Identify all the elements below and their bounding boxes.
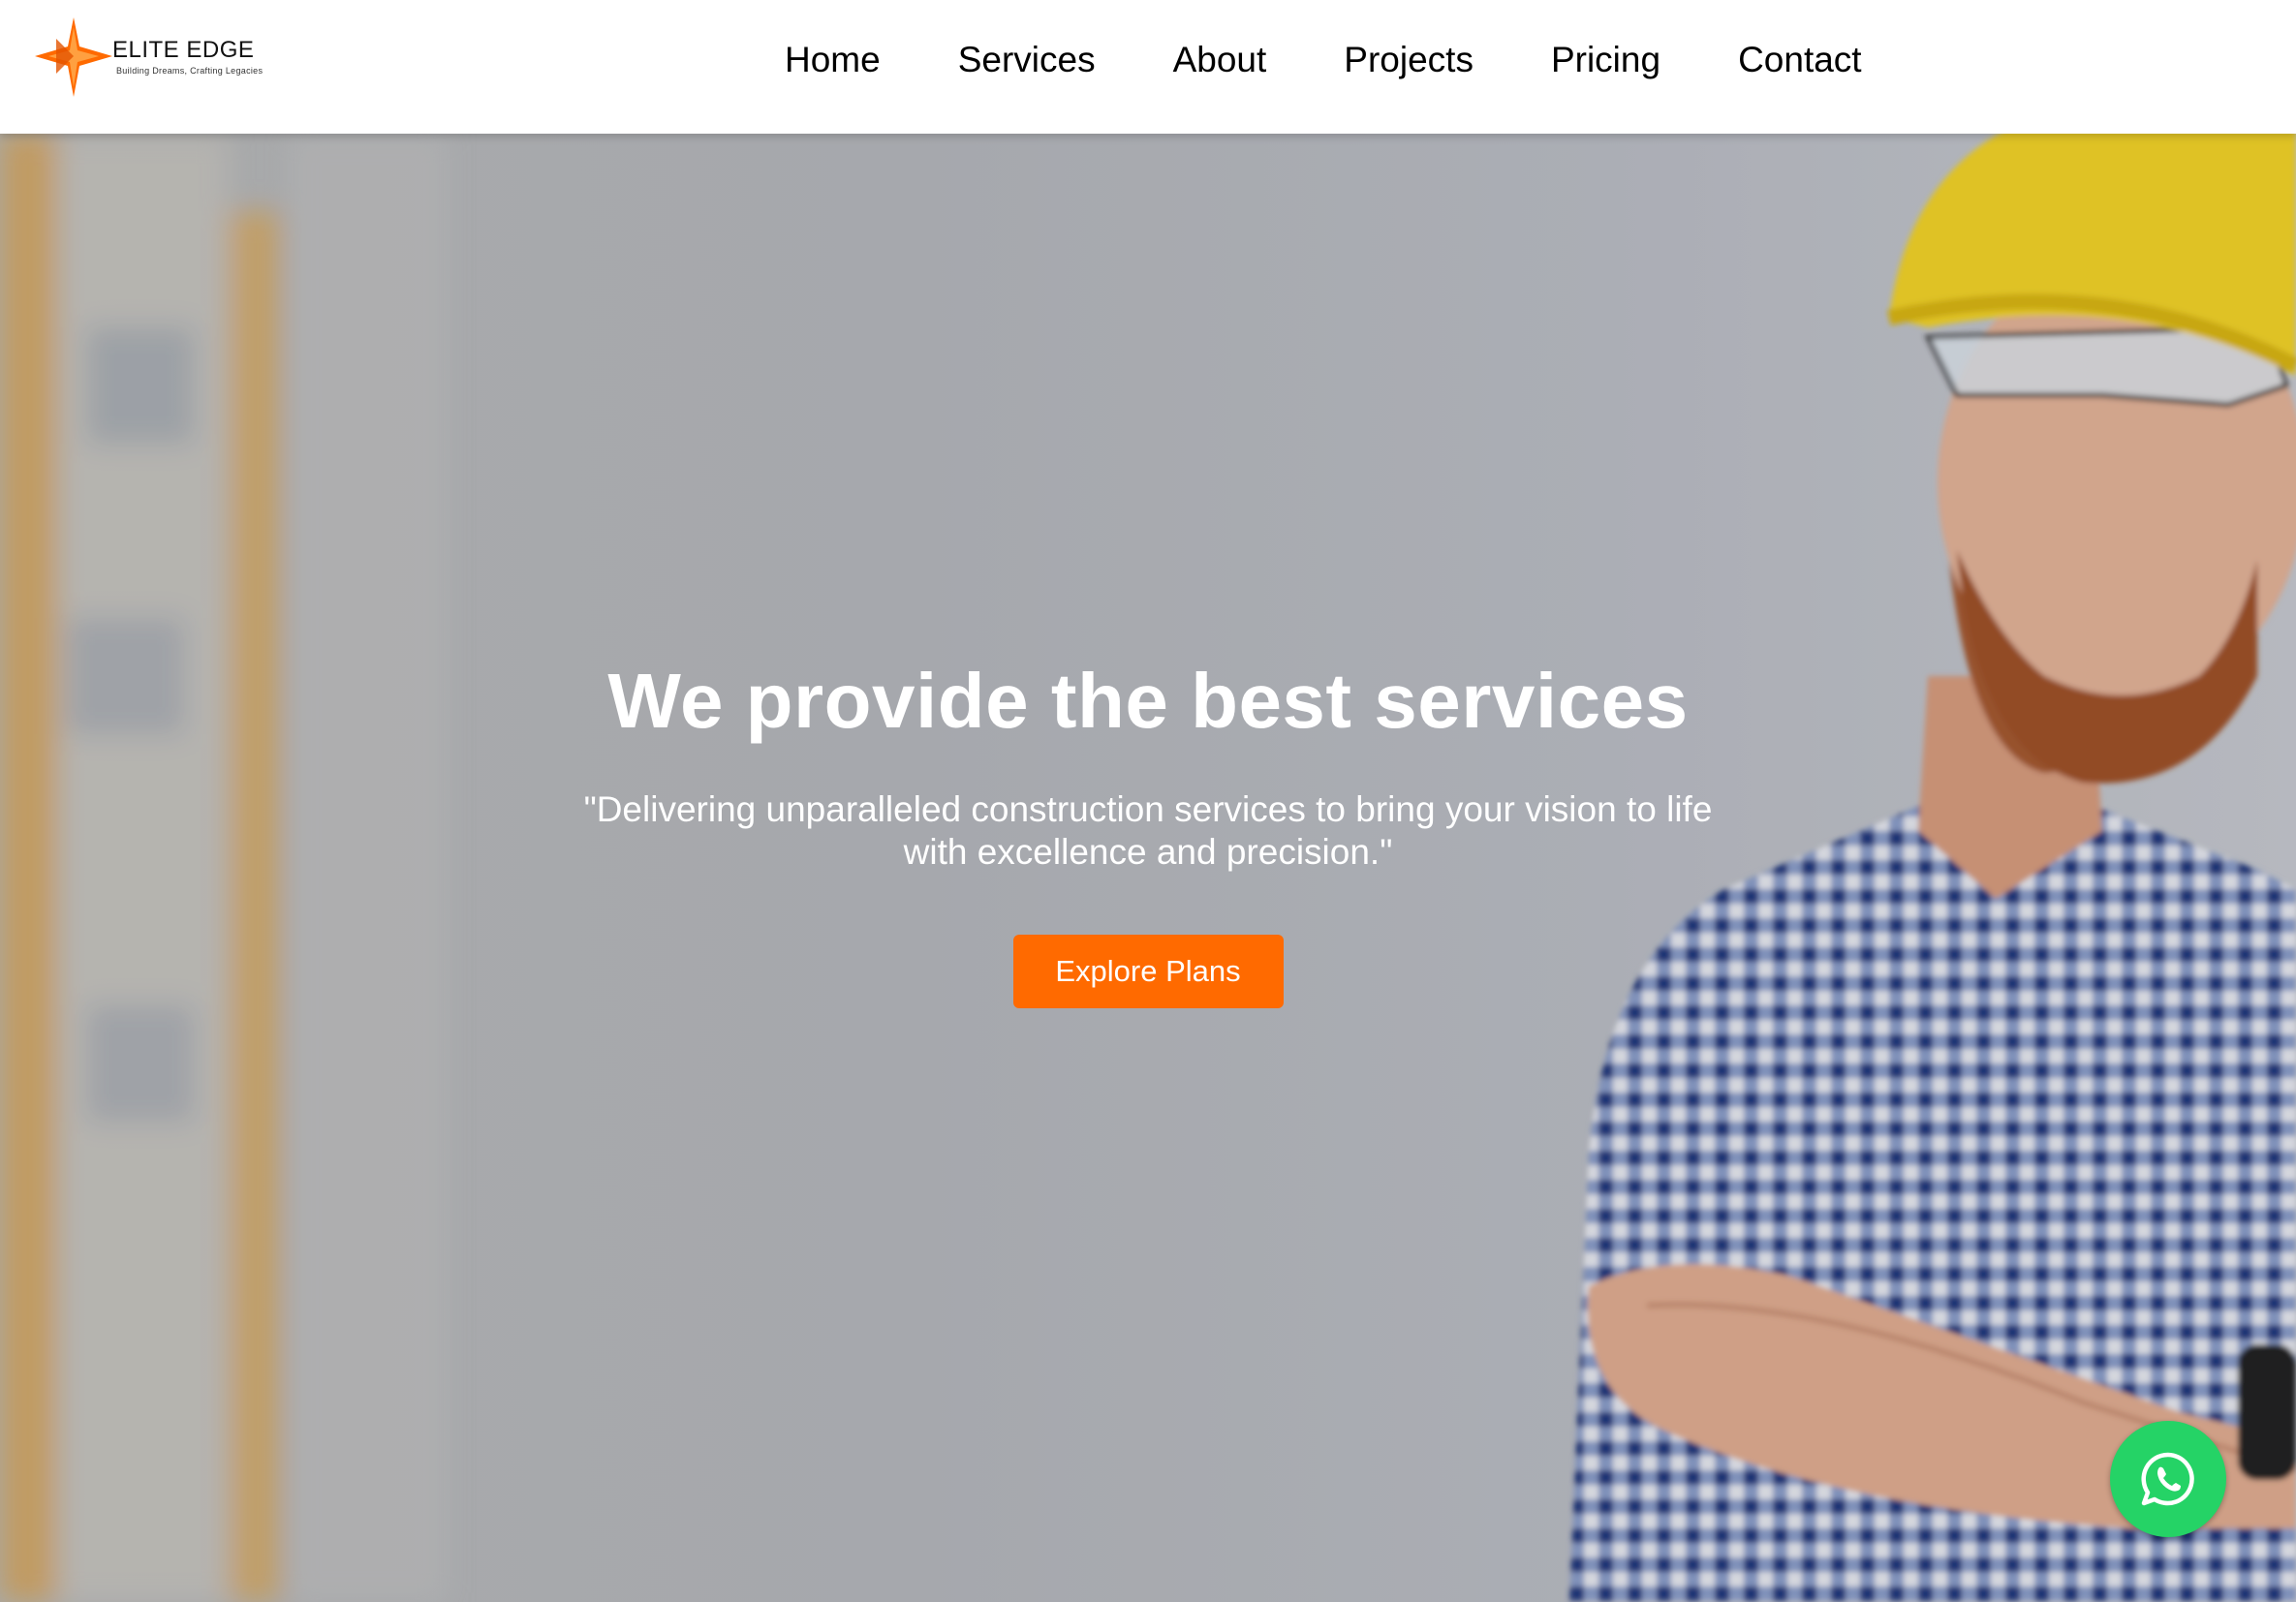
nav-contact[interactable]: Contact (1738, 40, 1862, 80)
hero-subtitle: "Delivering unparalleled construction se… (583, 789, 1713, 873)
main-nav: Home Services About Projects Pricing Con… (785, 0, 1862, 120)
logo-link[interactable]: ELITE EDGE Building Dreams, Crafting Leg… (35, 17, 263, 97)
explore-plans-button[interactable]: Explore Plans (1012, 934, 1284, 1008)
whatsapp-button[interactable] (2110, 1421, 2226, 1537)
nav-home[interactable]: Home (785, 40, 881, 80)
hero-section: We provide the best services "Delivering… (0, 134, 2296, 1602)
logo-name: ELITE EDGE (112, 37, 255, 63)
star-burst-logo-icon (35, 17, 112, 97)
whatsapp-icon (2141, 1452, 2194, 1506)
nav-about[interactable]: About (1173, 40, 1267, 80)
logo-tagline: Building Dreams, Crafting Legacies (116, 66, 264, 76)
nav-pricing[interactable]: Pricing (1551, 40, 1660, 80)
nav-services[interactable]: Services (958, 40, 1096, 80)
hero-title: We provide the best services (607, 658, 1689, 744)
site-header: ELITE EDGE Building Dreams, Crafting Leg… (0, 0, 2296, 134)
hero-content: We provide the best services "Delivering… (543, 657, 1753, 1008)
nav-projects[interactable]: Projects (1344, 40, 1474, 80)
